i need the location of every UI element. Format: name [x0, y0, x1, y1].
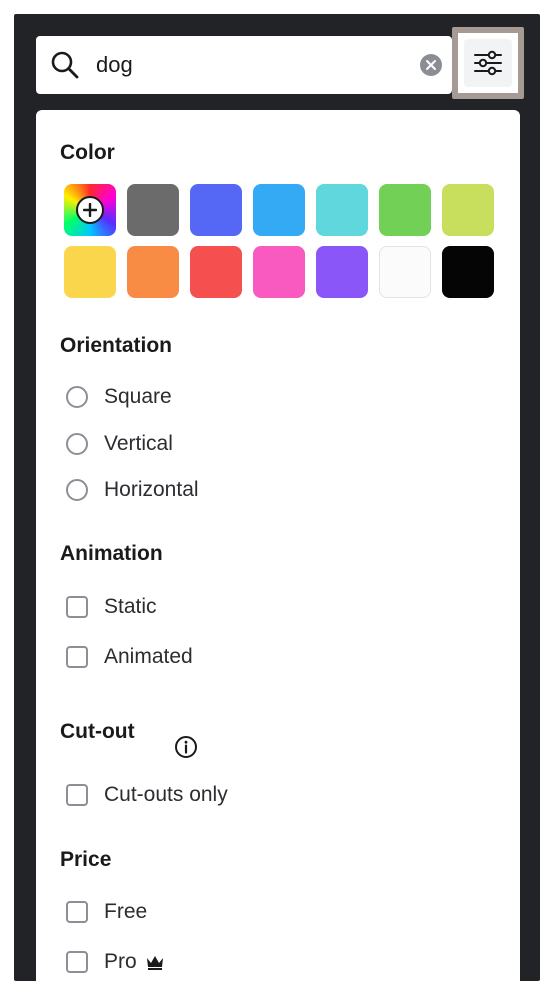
option-label: Horizontal	[104, 478, 199, 501]
checkbox[interactable]	[66, 951, 88, 973]
cutout-option-cutouts-only[interactable]: Cut-outs only	[66, 778, 228, 812]
plus-icon	[83, 203, 97, 217]
color-swatch-yellow[interactable]	[64, 246, 116, 298]
color-section-title: Color	[60, 141, 115, 164]
checkbox[interactable]	[66, 596, 88, 618]
filter-panel: Color Orientation Square Vertical Horizo…	[36, 110, 520, 981]
animation-option-static[interactable]: Static	[66, 590, 157, 624]
radio-button[interactable]	[66, 433, 88, 455]
option-label: Vertical	[104, 432, 173, 455]
plus-circle	[76, 196, 104, 224]
color-swatch-red[interactable]	[190, 246, 242, 298]
price-option-free[interactable]: Free	[66, 895, 147, 929]
radio-button[interactable]	[66, 386, 88, 408]
color-swatch-orange[interactable]	[127, 246, 179, 298]
crown-icon	[146, 956, 163, 970]
search-icon	[51, 51, 79, 79]
clear-search-button[interactable]	[420, 54, 442, 76]
color-swatch-pink[interactable]	[253, 246, 305, 298]
checkbox[interactable]	[66, 901, 88, 923]
orientation-section-title: Orientation	[60, 334, 173, 357]
option-label: Square	[104, 385, 172, 408]
orientation-option-horizontal[interactable]: Horizontal	[66, 473, 199, 507]
color-swatch-black[interactable]	[442, 246, 494, 298]
search-bar	[36, 36, 452, 94]
filter-toggle-button[interactable]	[452, 27, 524, 99]
checkbox[interactable]	[66, 784, 88, 806]
radio-button[interactable]	[66, 479, 88, 501]
color-swatch-grid	[64, 184, 504, 298]
option-label: Static	[104, 595, 157, 618]
color-swatch-blue[interactable]	[190, 184, 242, 236]
sliders-icon	[474, 50, 502, 76]
animation-section-title: Animation	[60, 542, 163, 565]
cutout-section-title: Cut-out	[60, 720, 135, 743]
option-label: Free	[104, 900, 148, 923]
price-section-title: Price	[60, 848, 112, 871]
color-swatch-turquoise[interactable]	[316, 184, 368, 236]
search-input[interactable]	[96, 46, 396, 84]
close-icon	[426, 60, 436, 70]
filter-sidebar: Color Orientation Square Vertical Horizo…	[14, 14, 540, 981]
filter-button-background	[464, 39, 512, 87]
color-swatch-white[interactable]	[379, 246, 431, 298]
color-swatch-lime[interactable]	[442, 184, 494, 236]
price-option-pro[interactable]: Pro	[66, 945, 165, 979]
option-label: Pro	[104, 950, 137, 973]
color-swatch-gray[interactable]	[127, 184, 179, 236]
checkbox[interactable]	[66, 646, 88, 668]
orientation-option-vertical[interactable]: Vertical	[66, 427, 173, 461]
orientation-option-square[interactable]: Square	[66, 380, 172, 414]
add-custom-color-swatch[interactable]	[64, 184, 116, 236]
animation-option-animated[interactable]: Animated	[66, 640, 193, 674]
color-swatch-green[interactable]	[379, 184, 431, 236]
color-swatch-sky-blue[interactable]	[253, 184, 305, 236]
option-label: Cut-outs only	[104, 783, 228, 806]
color-swatch-purple[interactable]	[316, 246, 368, 298]
info-icon[interactable]	[174, 735, 198, 759]
option-label: Animated	[104, 645, 193, 668]
